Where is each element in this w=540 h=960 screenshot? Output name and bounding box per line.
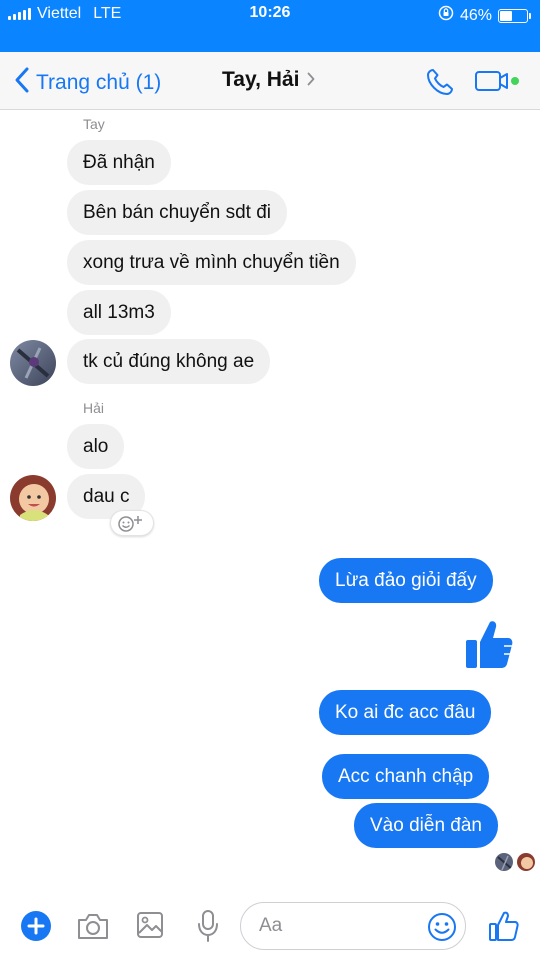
- message-bubble-outgoing[interactable]: Vào diễn đàn: [354, 803, 498, 848]
- conversation-header: Trang chủ (1) Tay, Hải: [0, 52, 540, 110]
- message-bubble[interactable]: xong trưa về mình chuyển tiền: [67, 240, 356, 285]
- status-right: 46%: [438, 5, 531, 26]
- message-input[interactable]: [259, 913, 419, 939]
- rotation-lock-icon: [438, 5, 454, 26]
- phone-icon[interactable]: [424, 66, 456, 103]
- avatar-hai-icon[interactable]: [10, 475, 56, 521]
- message-bubble-outgoing[interactable]: Ko ai đc acc đâu: [319, 690, 492, 735]
- back-button[interactable]: Trang chủ (1): [14, 66, 161, 100]
- like-icon[interactable]: [488, 910, 520, 947]
- image-icon[interactable]: [136, 911, 164, 944]
- active-dot-icon: [511, 77, 519, 85]
- plus-icon[interactable]: [20, 910, 52, 947]
- battery-icon: [498, 8, 531, 23]
- back-chevron-icon: [14, 66, 30, 100]
- back-label: Trang chủ (1): [36, 71, 162, 94]
- message-bubble-outgoing[interactable]: Acc chanh chập: [322, 754, 490, 799]
- microphone-icon[interactable]: [196, 909, 220, 948]
- battery-percent: 46%: [459, 6, 492, 24]
- video-call-icon[interactable]: [474, 68, 524, 99]
- conversation-title-button[interactable]: Tay, Hải: [222, 68, 315, 92]
- camera-icon[interactable]: [76, 912, 110, 945]
- battery-fill: [500, 10, 512, 21]
- seen-avatar-hai-icon: [516, 852, 536, 872]
- status-band: [0, 28, 540, 52]
- emoji-icon[interactable]: [427, 912, 457, 947]
- avatar-tay-icon[interactable]: [10, 340, 56, 386]
- message-input-box[interactable]: [240, 902, 466, 950]
- title-chevron-icon: [307, 70, 315, 91]
- message-bubble-outgoing[interactable]: Lừa đảo giỏi đấy: [319, 558, 493, 603]
- message-bubble[interactable]: all 13m3: [67, 290, 171, 335]
- sender-name-tay: Tay: [83, 116, 105, 132]
- seen-avatar-tay-icon: [494, 852, 514, 872]
- message-bubble[interactable]: Đã nhận: [67, 140, 171, 185]
- sender-name-hai: Hải: [83, 400, 105, 416]
- status-bar: Viettel LTE 10:26 46%: [0, 0, 540, 28]
- thumbs-up-icon[interactable]: [464, 618, 514, 675]
- message-bubble[interactable]: tk củ đúng không ae: [67, 339, 271, 384]
- add-reaction-icon[interactable]: [110, 510, 154, 536]
- conversation-title: Tay, Hải: [222, 68, 300, 91]
- message-bubble[interactable]: Bên bán chuyển sdt đi: [67, 190, 288, 235]
- message-bubble[interactable]: alo: [67, 424, 125, 469]
